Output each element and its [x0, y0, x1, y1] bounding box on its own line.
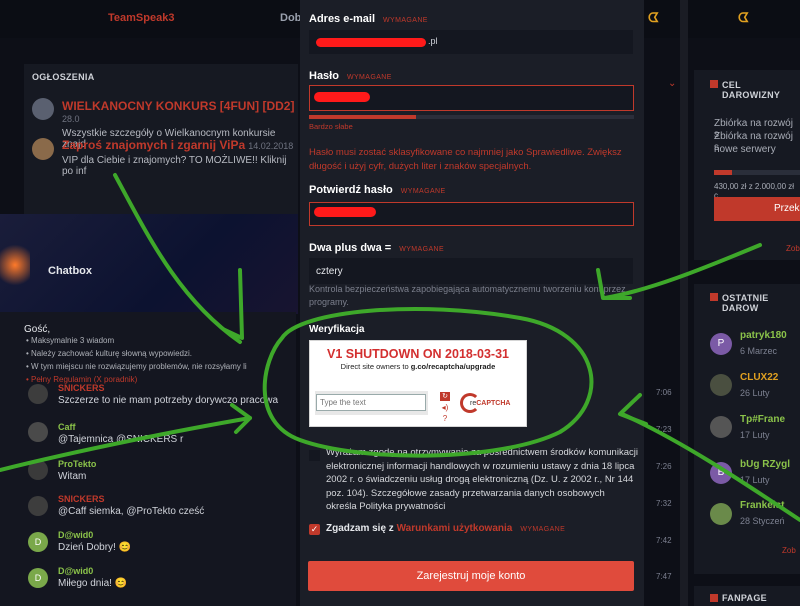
annotation-arrow-4	[620, 412, 800, 522]
annotation-arrow-2	[0, 416, 252, 472]
annotation-arrowhead-4	[618, 393, 648, 426]
annotation-arrow-1	[113, 173, 242, 344]
annotation-circle	[262, 307, 594, 458]
annotation-arrowhead-1	[223, 268, 244, 340]
annotation-overlay	[0, 173, 800, 522]
annotation-arrow-3	[603, 243, 762, 300]
